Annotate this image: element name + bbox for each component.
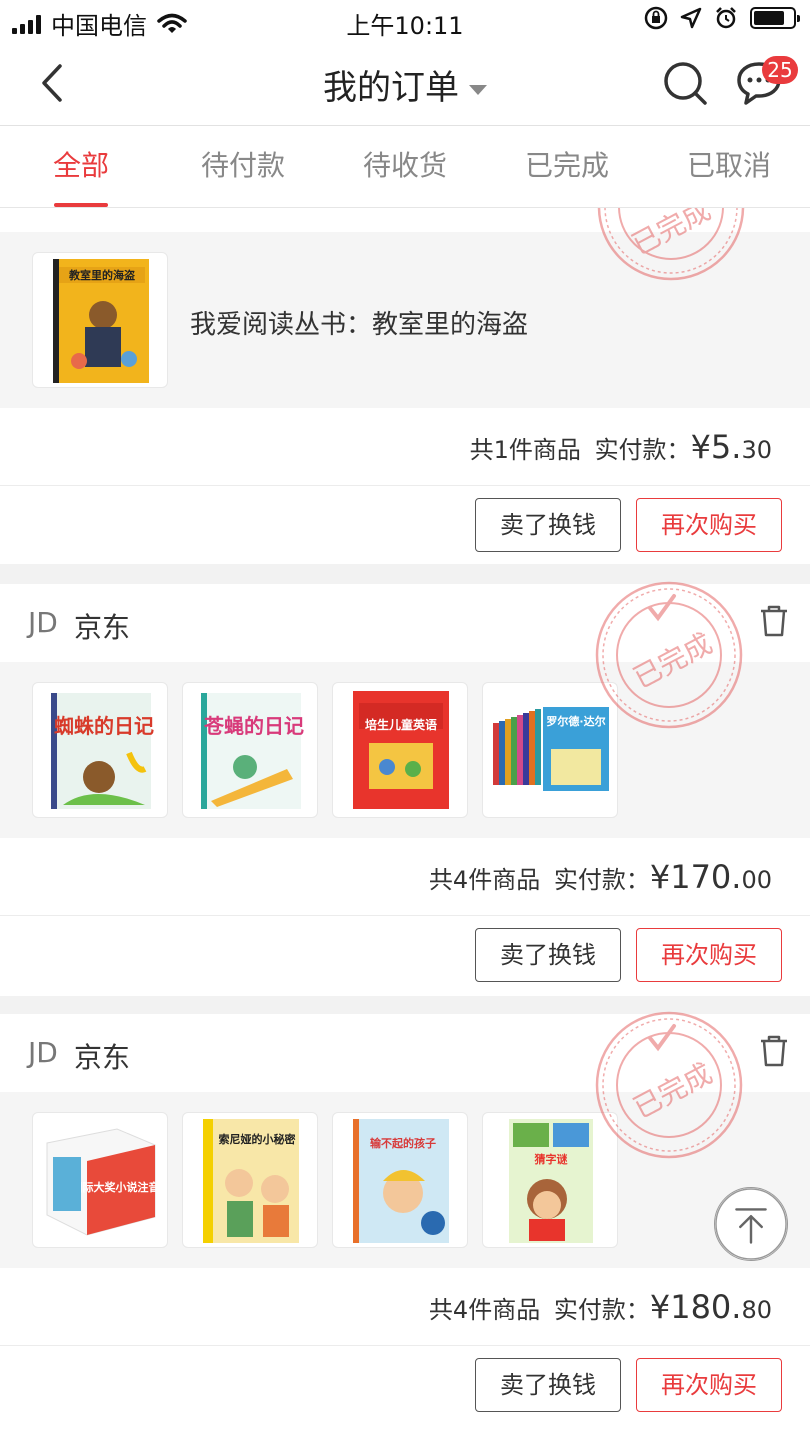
order-list[interactable]: 教室里的海盗 我爱阅读丛书：教室里的海盗 共1件商品 实付款：¥5.30 卖了换…: [0, 208, 810, 1440]
order-actions: 卖了换钱 再次购买: [0, 486, 810, 564]
sell-button[interactable]: 卖了换钱: [475, 928, 621, 982]
order-actions: 卖了换钱 再次购买: [0, 916, 810, 994]
price-integer: ¥5.: [690, 428, 742, 466]
order-card: 教室里的海盗 我爱阅读丛书：教室里的海盗 共1件商品 实付款：¥5.30 卖了换…: [0, 208, 810, 564]
cover-title-text: 蜘蛛的日记: [54, 714, 154, 738]
book-cover-image: 索尼娅的小秘密: [203, 1119, 299, 1243]
alarm-icon: [716, 7, 736, 29]
shop-name[interactable]: 京东: [74, 1036, 130, 1076]
price-decimal: 80: [741, 1296, 772, 1324]
sell-button[interactable]: 卖了换钱: [475, 498, 621, 552]
chevron-down-icon: [469, 84, 487, 95]
completed-stamp-icon: 已完成: [595, 1011, 743, 1159]
status-bar: 中国电信 上午10:11: [0, 0, 810, 40]
order-summary: 共4件商品 实付款：¥180.80: [0, 1268, 810, 1346]
location-icon: [680, 7, 702, 29]
product-thumbnail[interactable]: 输不起的孩子: [332, 1112, 468, 1248]
shop-logo: JD: [28, 606, 58, 639]
tab-pending-payment[interactable]: 待付款: [162, 126, 324, 207]
order-actions: 卖了换钱 再次购买: [0, 1346, 810, 1424]
price-integer: ¥170.: [649, 858, 742, 896]
order-card: JD 京东 蜘蛛的日记 苍蝇的日记 培生儿童英语 罗尔德·达尔 共4件商品 实付…: [0, 581, 810, 996]
paid-label: 实付款：: [594, 436, 691, 464]
completed-stamp-icon: 已完成: [597, 208, 745, 281]
book-cover-image: 教室里的海盗: [53, 259, 149, 383]
product-thumbnail[interactable]: 教室里的海盗: [32, 252, 168, 388]
paid-label: 实付款：: [553, 866, 650, 894]
cover-title-text: 苍蝇的日记: [203, 714, 304, 738]
tab-completed[interactable]: 已完成: [486, 126, 648, 207]
book-cover-image: 蜘蛛的日记: [51, 693, 154, 809]
goods-title[interactable]: 我爱阅读丛书：教室里的海盗: [190, 304, 528, 341]
shop-logo: JD: [28, 1036, 58, 1069]
trash-icon[interactable]: [758, 604, 790, 638]
sell-button[interactable]: 卖了换钱: [475, 1358, 621, 1412]
search-icon[interactable]: [662, 60, 708, 106]
book-cover-image: 输不起的孩子: [353, 1119, 449, 1243]
page-title-label: 我的订单: [323, 68, 459, 108]
item-count-label: 共1件商品: [469, 436, 581, 464]
book-cover-image: 苍蝇的日记: [201, 693, 304, 809]
order-card: JD 京东 国际大奖小说注音版 索尼娅的小秘密 输不起的孩子 猜字谜 共4件商品…: [0, 1011, 810, 1440]
rebuy-button[interactable]: 再次购买: [636, 498, 782, 552]
order-tabs: 全部 待付款 待收货 已完成 已取消: [0, 126, 810, 208]
battery-icon: [750, 7, 800, 29]
cover-title-text: 教室里的海盗: [68, 268, 135, 282]
shop-name[interactable]: 京东: [74, 606, 130, 646]
nav-bar: 我的订单: [0, 40, 810, 126]
svg-text:已完成: 已完成: [628, 627, 718, 696]
book-cover-image: 培生儿童英语: [353, 691, 449, 809]
rotation-lock-icon: [644, 6, 668, 30]
cover-title-text: 索尼娅的小秘密: [219, 1132, 296, 1146]
paid-label: 实付款：: [553, 1296, 650, 1324]
tab-all[interactable]: 全部: [0, 126, 162, 207]
product-thumbnail[interactable]: 苍蝇的日记: [182, 682, 318, 818]
product-thumbnail[interactable]: 培生儿童英语: [332, 682, 468, 818]
order-summary: 共4件商品 实付款：¥170.00: [0, 838, 810, 916]
book-cover-image: 国际大奖小说注音版: [46, 1128, 169, 1236]
product-thumbnail[interactable]: 国际大奖小说注音版: [32, 1112, 168, 1248]
svg-text:已完成: 已完成: [626, 208, 716, 262]
product-thumbnail[interactable]: 索尼娅的小秘密: [182, 1112, 318, 1248]
completed-stamp-icon: 已完成: [595, 581, 743, 729]
order-summary: 共1件商品 实付款：¥5.30: [0, 408, 810, 486]
rebuy-button[interactable]: 再次购买: [636, 928, 782, 982]
item-count-label: 共4件商品: [428, 866, 541, 894]
back-to-top-icon[interactable]: [714, 1187, 788, 1261]
price-integer: ¥180.: [649, 1288, 742, 1326]
trash-icon[interactable]: [758, 1034, 790, 1068]
product-thumbnail[interactable]: 蜘蛛的日记: [32, 682, 168, 818]
svg-text:已完成: 已完成: [628, 1057, 718, 1126]
cover-title-text: 国际大奖小说注音版: [72, 1180, 169, 1194]
cover-title-text: 培生儿童英语: [365, 717, 437, 732]
price-decimal: 30: [741, 436, 772, 464]
price-decimal: 00: [741, 866, 772, 894]
cover-title-text: 输不起的孩子: [370, 1136, 436, 1150]
rebuy-button[interactable]: 再次购买: [636, 1358, 782, 1412]
item-count-label: 共4件商品: [428, 1296, 541, 1324]
status-bar-right: [644, 6, 800, 30]
tab-pending-receipt[interactable]: 待收货: [324, 126, 486, 207]
message-badge: 25: [762, 56, 798, 84]
cover-title-text: 猜字谜: [534, 1152, 569, 1166]
order-list-page: 中国电信 上午10:11 我的订单 25 全部 待付款 待收货 已完成 已取消 …: [0, 0, 810, 1440]
tab-cancelled[interactable]: 已取消: [648, 126, 810, 207]
